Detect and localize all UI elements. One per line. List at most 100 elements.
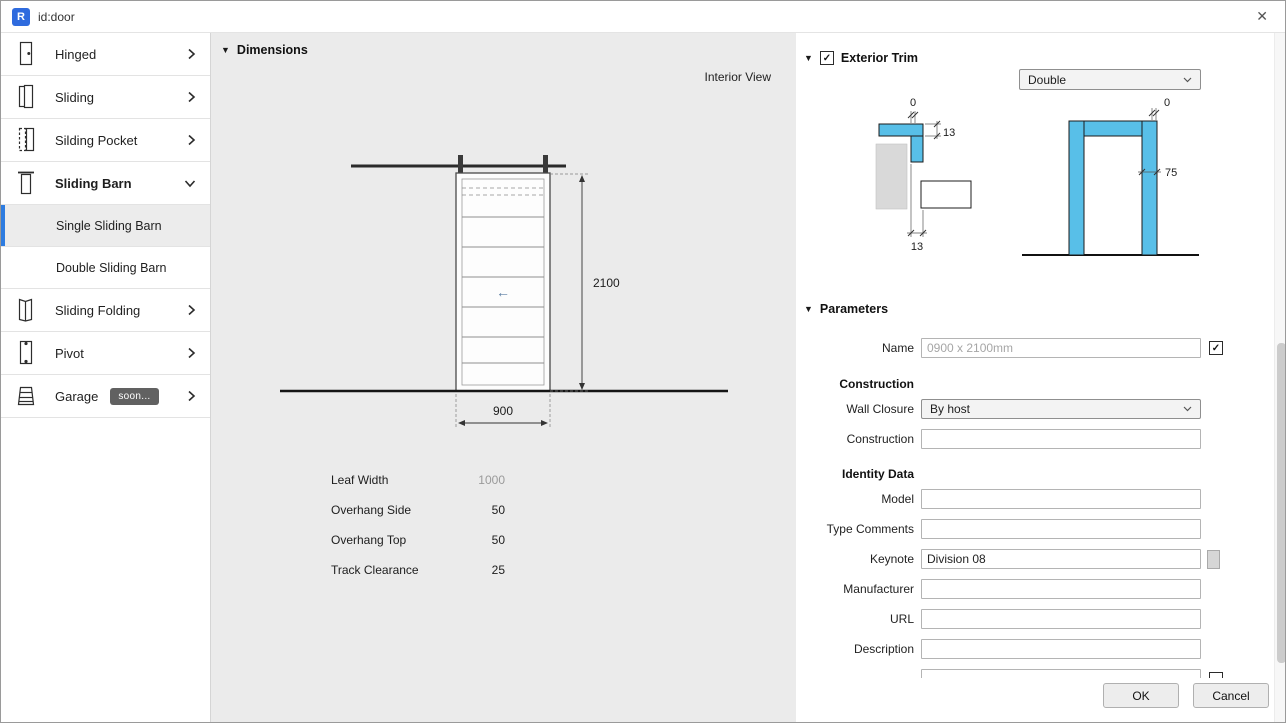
chevron-right-icon [187, 134, 196, 146]
track-clearance-row: Track Clearance 25 [331, 555, 505, 585]
elev-dim-top-label: 0 [1164, 97, 1170, 109]
track-clearance-value[interactable]: 25 [492, 563, 505, 577]
dimensions-title: Dimensions [236, 43, 308, 57]
cancel-button[interactable]: Cancel [1193, 683, 1269, 708]
check-icon: ✓ [1211, 342, 1221, 354]
sidebar-item-label: Sliding [55, 89, 95, 105]
construction-input[interactable] [921, 429, 1201, 449]
type-comments-field-row: Type Comments [796, 519, 1201, 539]
collapse-triangle-icon[interactable]: ▼ [804, 53, 813, 63]
elev-dim-side-label: 75 [1165, 167, 1177, 179]
track-clearance-label: Track Clearance [331, 563, 419, 577]
door-elevation-drawing: ← 2100 900 [280, 155, 728, 429]
sidebar-item-garage[interactable]: Garage soon... [1, 375, 210, 418]
keynote-browse-button[interactable] [1207, 549, 1220, 569]
chevron-down-icon [184, 179, 196, 188]
sidebar-item-sliding[interactable]: Sliding [1, 76, 210, 119]
ok-button[interactable]: OK [1103, 683, 1179, 708]
url-field-label: URL [889, 612, 914, 626]
name-input[interactable] [921, 338, 1201, 358]
pivot-door-icon [15, 340, 37, 366]
trim-plan-detail-drawing: 0 13 13 [875, 97, 972, 253]
exterior-trim-checkbox[interactable]: ✓ [819, 51, 834, 65]
sidebar-item-sliding-pocket[interactable]: Silding Pocket [1, 119, 210, 162]
trim-style-value: Double [1028, 72, 1067, 87]
clipped-field-row [796, 669, 1223, 678]
description-field-row: Description [796, 639, 1201, 659]
sidebar-item-single-sliding-barn[interactable]: Single Sliding Barn [1, 205, 210, 247]
leaf-width-row: Leaf Width 1000 [331, 465, 505, 495]
sidebar-item-label: Hinged [55, 46, 97, 62]
keynote-field-row: Keynote [796, 549, 1220, 569]
hinged-door-icon [15, 41, 37, 67]
dimensions-panel: ▼ Dimensions Interior View ← 2100 900 Le… [211, 33, 796, 722]
model-input[interactable] [921, 489, 1201, 509]
close-icon[interactable]: ✕ [1250, 6, 1274, 27]
titlebar: R id:door ✕ [1, 1, 1285, 33]
wall-closure-label: Wall Closure [846, 402, 914, 416]
height-dimension-label: 2100 [593, 276, 620, 290]
description-input[interactable] [921, 639, 1201, 659]
id-door-dialog: R id:door ✕ Hinged Sliding Silding Pocke… [0, 0, 1286, 723]
dimension-parameter-list: Leaf Width 1000 Overhang Side 50 Overhan… [331, 465, 505, 585]
wall-closure-value: By host [930, 402, 971, 416]
sidebar-item-pivot[interactable]: Pivot [1, 332, 210, 375]
wall-closure-field-row: Wall Closure By host [796, 399, 1201, 419]
type-comments-input[interactable] [921, 519, 1201, 539]
chevron-right-icon [187, 48, 196, 60]
construction-field-label: Construction [846, 432, 914, 446]
keynote-field-label: Keynote [869, 552, 914, 566]
sub-item-label: Single Sliding Barn [56, 218, 162, 233]
parameters-title: Parameters [819, 302, 889, 316]
parameters-form: Name ✓ Construction Wall Closure By host… [796, 328, 1274, 678]
name-lock-checkbox[interactable]: ✓ [1209, 341, 1223, 355]
plan-dim-side-label: 13 [943, 127, 955, 139]
overhang-side-value[interactable]: 50 [492, 503, 505, 517]
model-field-row: Model [796, 489, 1201, 509]
sidebar-item-label: Sliding Folding [55, 302, 141, 318]
url-input[interactable] [921, 609, 1201, 629]
sub-item-label: Double Sliding Barn [56, 260, 167, 275]
folding-door-icon [15, 297, 37, 323]
chevron-down-icon [1183, 406, 1192, 412]
sidebar-item-hinged[interactable]: Hinged [1, 33, 210, 76]
identity-data-section-label: Identity Data [841, 467, 914, 481]
clipped-checkbox[interactable] [1209, 672, 1223, 678]
plan-dim-bottom-label: 13 [911, 241, 923, 253]
overhang-top-value[interactable]: 50 [492, 533, 505, 547]
description-field-label: Description [853, 642, 914, 656]
clipped-input[interactable] [921, 669, 1201, 678]
chevron-right-icon [187, 347, 196, 359]
vertical-scrollbar[interactable] [1274, 33, 1285, 722]
interior-view-label: Interior View [704, 70, 771, 84]
sidebar-item-label: Pivot [55, 345, 84, 361]
name-field-label: Name [881, 341, 914, 355]
sidebar-item-double-sliding-barn[interactable]: Double Sliding Barn [1, 247, 210, 289]
dimensions-section-header: ▼ Dimensions [221, 43, 308, 57]
chevron-right-icon [187, 304, 196, 316]
scrollbar-thumb[interactable] [1277, 343, 1285, 663]
exterior-trim-title: Exterior Trim [840, 51, 919, 65]
sidebar-item-sliding-barn[interactable]: Sliding Barn [1, 162, 210, 205]
collapse-triangle-icon[interactable]: ▼ [221, 45, 230, 55]
overhang-top-row: Overhang Top 50 [331, 525, 505, 555]
trim-elevation-drawing: 0 75 [1022, 97, 1199, 256]
model-field-label: Model [881, 492, 914, 506]
construction-section-label: Construction [839, 377, 914, 391]
sidebar-item-sliding-folding[interactable]: Sliding Folding [1, 289, 210, 332]
leaf-width-label: Leaf Width [331, 473, 389, 487]
manufacturer-input[interactable] [921, 579, 1201, 599]
keynote-input[interactable] [921, 549, 1201, 569]
trim-style-dropdown[interactable]: Double [1019, 69, 1201, 90]
chevron-right-icon [187, 91, 196, 103]
leaf-width-value: 1000 [478, 473, 505, 487]
chevron-down-icon [1183, 77, 1192, 82]
app-logo-icon: R [12, 7, 30, 26]
sidebar-item-label: Sliding Barn [55, 175, 132, 191]
sliding-door-icon [15, 84, 37, 110]
collapse-triangle-icon[interactable]: ▼ [804, 304, 813, 314]
overhang-side-label: Overhang Side [331, 503, 412, 517]
door-type-sidebar: Hinged Sliding Silding Pocket Sliding Ba… [1, 33, 211, 722]
wall-closure-dropdown[interactable]: By host [921, 399, 1201, 419]
exterior-trim-header: ▼ ✓ Exterior Trim [804, 51, 918, 65]
